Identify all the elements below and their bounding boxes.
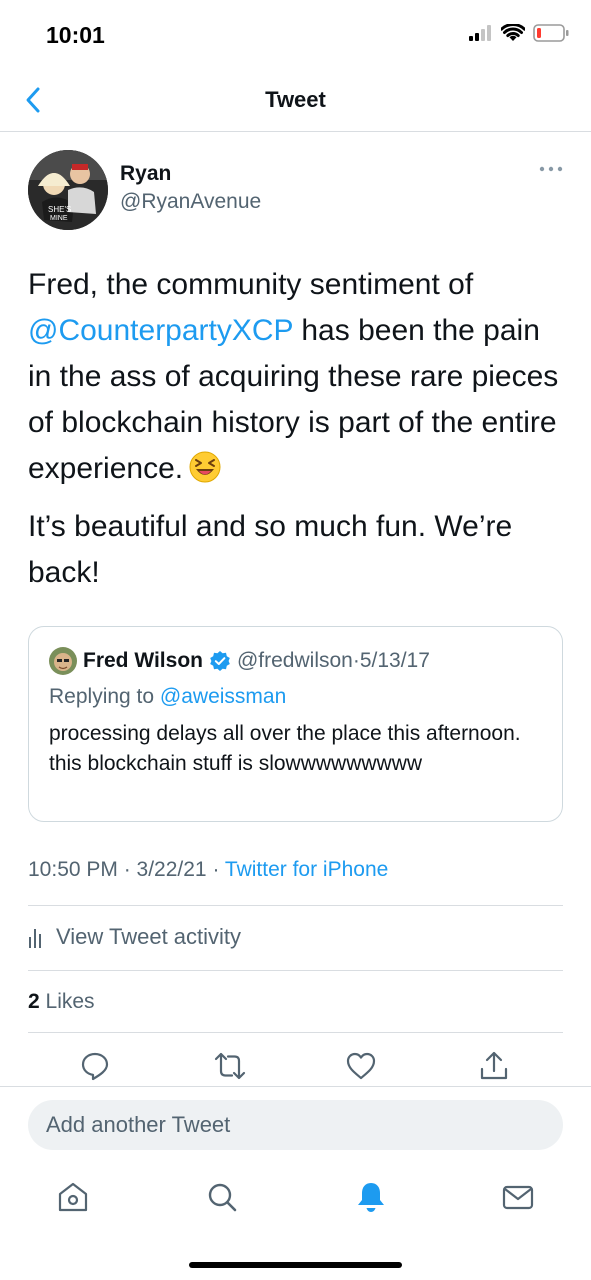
analytics-icon bbox=[29, 929, 41, 948]
quoted-tweet[interactable]: Fred Wilson @fredwilson · 5/13/17 Replyi… bbox=[28, 626, 563, 822]
replying-prefix: Replying to bbox=[49, 685, 160, 708]
page-title: Tweet bbox=[265, 87, 326, 112]
likes-number: 2 bbox=[28, 990, 40, 1013]
share-icon[interactable] bbox=[478, 1050, 510, 1082]
bottom-divider bbox=[0, 1086, 591, 1087]
signal-icon bbox=[469, 25, 491, 41]
nav-bar: Tweet bbox=[0, 70, 591, 132]
tweet-paragraph-1: Fred, the community sentiment of @Counte… bbox=[28, 262, 568, 492]
author-name[interactable]: Ryan bbox=[120, 162, 171, 186]
divider bbox=[28, 970, 563, 971]
divider bbox=[28, 1032, 563, 1033]
more-icon[interactable] bbox=[539, 164, 563, 174]
divider bbox=[28, 905, 563, 906]
quote-author-handle: @fredwilson bbox=[236, 649, 353, 672]
view-activity-label: View Tweet activity bbox=[56, 924, 242, 949]
mention-link[interactable]: @CounterpartyXCP bbox=[28, 314, 293, 347]
home-icon[interactable] bbox=[56, 1180, 90, 1214]
svg-text:SHE'S: SHE'S bbox=[48, 205, 71, 214]
replying-mention[interactable]: @aweissman bbox=[160, 685, 286, 708]
tweet-text-part1: Fred, the community sentiment of bbox=[28, 268, 474, 301]
tweet-paragraph-2: It’s beautiful and so much fun. We’re ba… bbox=[28, 510, 513, 589]
likes-count[interactable]: 2 Likes bbox=[28, 990, 95, 1014]
quote-text: processing delays all over the place thi… bbox=[49, 722, 521, 775]
notifications-icon[interactable] bbox=[354, 1180, 388, 1214]
tab-bar bbox=[0, 1170, 591, 1230]
laughing-emoji-icon bbox=[189, 451, 221, 483]
quote-avatar-image bbox=[49, 647, 77, 675]
tweet-actions bbox=[0, 1050, 591, 1090]
quote-author-name: Fred Wilson bbox=[83, 649, 203, 672]
author-handle[interactable]: @RyanAvenue bbox=[120, 190, 261, 214]
avatar[interactable]: SHE'S MINE bbox=[28, 150, 108, 230]
status-time: 10:01 bbox=[46, 22, 105, 48]
quote-separator: · bbox=[352, 649, 360, 672]
svg-text:MINE: MINE bbox=[50, 215, 68, 222]
author-row: SHE'S MINE Ryan @RyanAvenue bbox=[28, 150, 563, 230]
compose-input[interactable] bbox=[28, 1100, 563, 1150]
reply-icon[interactable] bbox=[79, 1050, 111, 1082]
tweet-meta: 10:50 PM · 3/22/21 · Twitter for iPhone bbox=[28, 858, 388, 882]
quote-header: Fred Wilson @fredwilson · 5/13/17 bbox=[49, 647, 430, 675]
wifi-icon bbox=[501, 24, 525, 41]
search-icon[interactable] bbox=[205, 1180, 239, 1214]
battery-icon bbox=[533, 24, 569, 42]
like-icon[interactable] bbox=[345, 1050, 377, 1082]
quote-replying-to: Replying to @aweissman bbox=[49, 685, 286, 709]
status-icons bbox=[469, 24, 569, 42]
retweet-icon[interactable] bbox=[214, 1050, 246, 1082]
tweet-text: Fred, the community sentiment of @Counte… bbox=[28, 262, 568, 608]
status-bar: 10:01 bbox=[0, 0, 591, 70]
tweet-source-link[interactable]: Twitter for iPhone bbox=[225, 858, 388, 881]
view-activity-button[interactable]: View Tweet activity bbox=[28, 922, 241, 952]
verified-icon bbox=[210, 651, 230, 671]
messages-icon[interactable] bbox=[501, 1180, 535, 1214]
likes-label: Likes bbox=[39, 990, 95, 1013]
home-indicator[interactable] bbox=[189, 1262, 402, 1268]
tweet-timestamp: 10:50 PM · 3/22/21 · bbox=[28, 858, 225, 881]
avatar-image: SHE'S MINE bbox=[28, 150, 108, 230]
quote-date: 5/13/17 bbox=[359, 649, 430, 672]
quote-avatar bbox=[49, 647, 77, 675]
